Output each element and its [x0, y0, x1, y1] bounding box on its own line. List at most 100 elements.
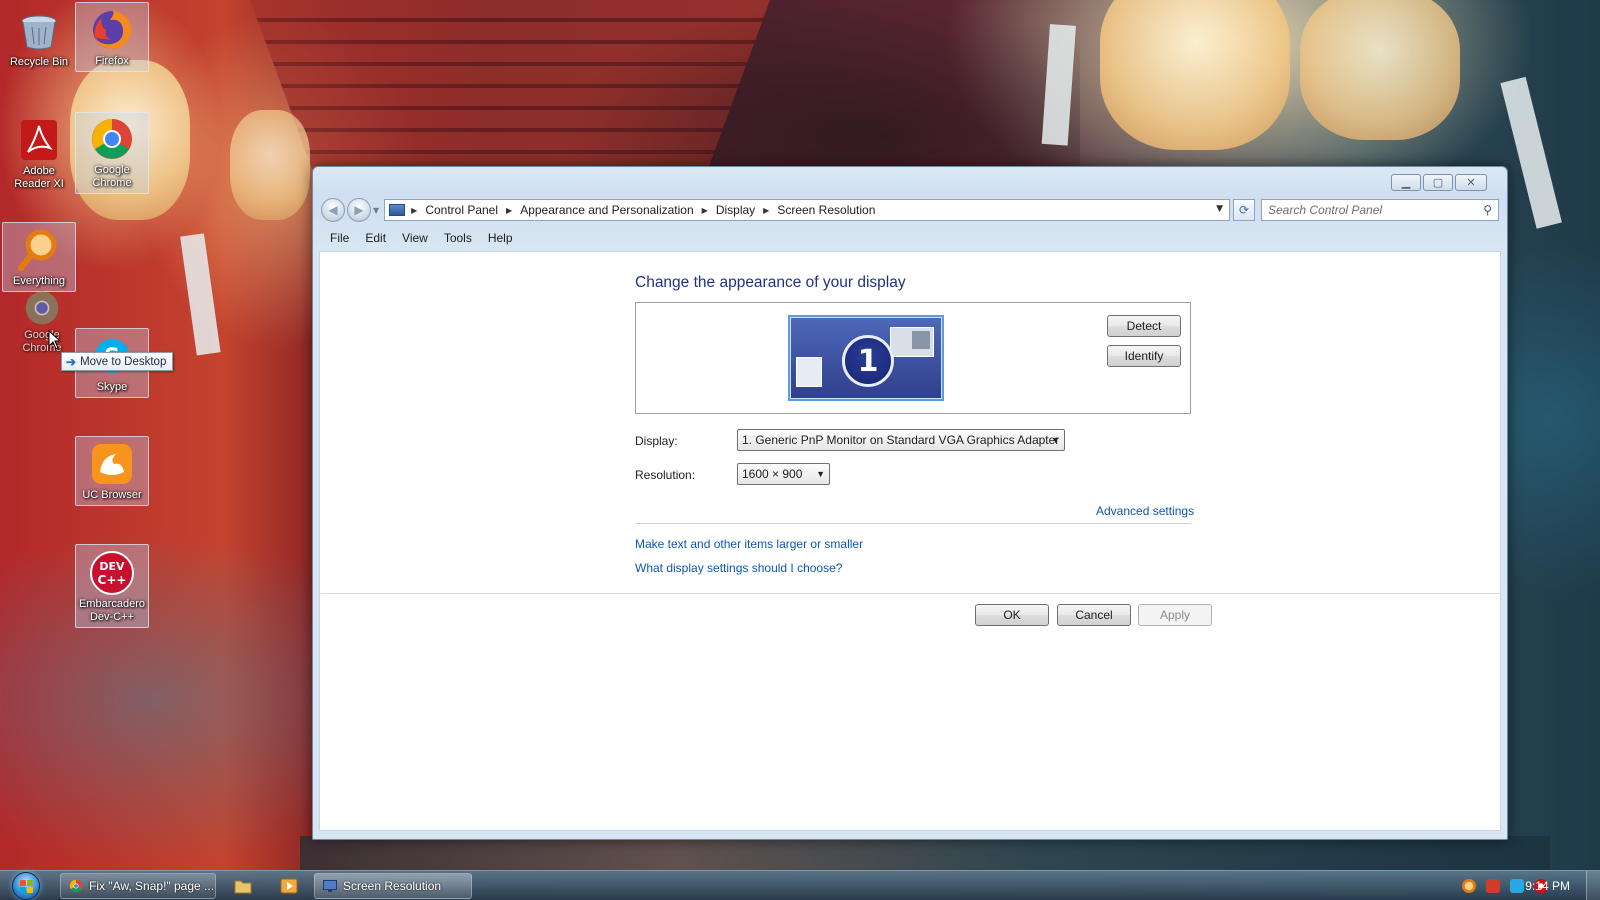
windows-logo-icon: [12, 872, 40, 900]
chevron-right-icon[interactable]: ▶: [506, 206, 512, 215]
svg-text:DEV: DEV: [99, 560, 125, 573]
desktop-icon-label: Recycle Bin: [9, 56, 69, 68]
address-dropdown-icon[interactable]: ▼: [1216, 204, 1223, 214]
menu-edit[interactable]: Edit: [357, 231, 394, 245]
minimize-button[interactable]: ▁: [1391, 174, 1421, 191]
detect-button[interactable]: Detect: [1107, 315, 1181, 337]
menu-help[interactable]: Help: [480, 231, 521, 245]
window-controls: ▁ ▢ ✕: [1391, 174, 1487, 191]
show-desktop-button[interactable]: [1586, 871, 1600, 900]
chevron-right-icon[interactable]: ▶: [763, 206, 769, 215]
desktop-icon-embarcadero-dev-cpp[interactable]: DEV C++ Embarcadero Dev-C++: [75, 544, 149, 628]
wallpaper-lantern: [1100, 0, 1290, 150]
desktop-icon-label: Firefox: [95, 55, 129, 67]
cancel-button[interactable]: Cancel: [1057, 604, 1131, 626]
wallpaper-shadow: [560, 0, 1080, 170]
minimize-icon: ▁: [1401, 176, 1411, 189]
taskbar: Fix "Aw, Snap!" page ... Screen Resoluti…: [0, 870, 1600, 900]
search-icon[interactable]: ⚲: [1483, 203, 1492, 217]
refresh-button[interactable]: ⟳: [1233, 199, 1255, 221]
taskbar-item-screen-resolution[interactable]: Screen Resolution: [314, 873, 472, 899]
desktop-icon-recycle-bin[interactable]: Recycle Bin: [2, 2, 76, 72]
chrome-icon: [69, 879, 83, 893]
recycle-bin-icon: [16, 8, 62, 54]
adobe-reader-icon: [16, 117, 62, 163]
address-bar[interactable]: ▶ Control Panel ▶ Appearance and Persona…: [384, 199, 1230, 221]
chevron-right-icon[interactable]: ▶: [702, 206, 708, 215]
text-size-link[interactable]: Make text and other items larger or smal…: [635, 537, 863, 551]
drag-tooltip: ➔ Move to Desktop: [61, 352, 174, 371]
uc-browser-icon: [89, 441, 135, 487]
maximize-icon: ▢: [1432, 176, 1444, 189]
taskbar-item-label: Screen Resolution: [343, 879, 442, 893]
search-input[interactable]: [1268, 203, 1484, 217]
menu-view[interactable]: View: [394, 231, 436, 245]
desktop-icon-firefox[interactable]: Firefox: [75, 2, 149, 72]
forward-button[interactable]: ▶: [347, 198, 371, 222]
firefox-icon: [89, 7, 135, 53]
network-tray-icon[interactable]: [1510, 879, 1524, 893]
display-label: Display:: [635, 434, 678, 448]
arrow-right-icon: ▶: [354, 203, 364, 217]
close-button[interactable]: ✕: [1455, 174, 1487, 191]
monitor-window-preview: [796, 357, 822, 387]
svg-text:C++: C++: [98, 573, 127, 587]
desktop-icon-adobe-reader[interactable]: Adobe Reader XI: [2, 112, 76, 194]
wallpaper-paper-strip: [180, 233, 221, 356]
ok-button[interactable]: OK: [975, 604, 1049, 626]
menu-tools[interactable]: Tools: [436, 231, 480, 245]
resolution-label: Resolution:: [635, 468, 696, 482]
wallpaper-lantern: [230, 110, 310, 220]
mouse-cursor-icon: [48, 330, 62, 350]
breadcrumb-screen-resolution[interactable]: Screen Resolution: [777, 203, 875, 217]
recent-pages-dropdown[interactable]: ▼: [373, 206, 379, 215]
desktop-icon-uc-browser[interactable]: UC Browser: [75, 436, 149, 506]
desktop-icon-google-chrome[interactable]: Google Chrome: [75, 112, 149, 194]
breadcrumb-display[interactable]: Display: [716, 203, 755, 217]
display-select[interactable]: 1. Generic PnP Monitor on Standard VGA G…: [737, 429, 1065, 451]
desktop-icon-label: Adobe Reader XI: [14, 165, 64, 190]
breadcrumb-control-panel[interactable]: Control Panel: [425, 203, 498, 217]
apply-button[interactable]: Apply: [1138, 604, 1212, 626]
wallpaper-paper-strip: [1500, 76, 1562, 229]
media-player-icon: [280, 878, 298, 894]
close-icon: ✕: [1466, 176, 1476, 189]
desktop-icon-label: Google Chrome: [92, 164, 132, 189]
menu-file[interactable]: File: [322, 231, 357, 245]
wallpaper-floor: [300, 836, 1550, 870]
taskbar-item-label: Fix "Aw, Snap!" page ...: [89, 879, 215, 893]
control-panel-icon: [389, 204, 406, 216]
taskbar-clock[interactable]: 9:14 PM: [1525, 879, 1570, 893]
resolution-select-value: 1600 × 900: [742, 467, 803, 481]
desktop-icon-google-chrome-dragging[interactable]: Google Chrome: [5, 288, 79, 358]
control-panel-icon: [323, 880, 337, 892]
screen-resolution-window: ▁ ▢ ✕ ◀ ▶ ▼ ▶ Control Panel ▶ Appearance…: [312, 166, 1508, 840]
arrow-right-icon: ➔: [66, 354, 77, 369]
identify-button[interactable]: Identify: [1107, 345, 1181, 367]
flag-tray-icon[interactable]: [1486, 879, 1500, 893]
arrow-left-icon: ◀: [328, 203, 338, 217]
desktop-icon-label: Skype: [96, 381, 128, 393]
desktop-icon-label: Everything: [13, 275, 65, 287]
breadcrumb-appearance[interactable]: Appearance and Personalization: [520, 203, 693, 217]
folder-icon: [234, 880, 252, 894]
wallpaper-lantern: [1300, 0, 1460, 140]
chevron-down-icon: ▼: [816, 469, 825, 479]
desktop-icon-everything[interactable]: Everything: [2, 222, 76, 292]
everything-tray-icon[interactable]: [1462, 879, 1476, 893]
desktop-icon-label: UC Browser: [82, 489, 142, 501]
resolution-select[interactable]: 1600 × 900 ▼: [737, 463, 830, 485]
taskbar-explorer[interactable]: [222, 873, 264, 899]
everything-magnifier-icon: [16, 227, 62, 273]
advanced-settings-link[interactable]: Advanced settings: [1096, 504, 1194, 518]
maximize-button[interactable]: ▢: [1423, 174, 1453, 191]
monitor-arrangement-panel: 1 Detect Identify: [635, 302, 1191, 414]
taskbar-media-player[interactable]: [268, 873, 310, 899]
taskbar-item-chrome[interactable]: Fix "Aw, Snap!" page ...: [60, 873, 216, 899]
display-help-link[interactable]: What display settings should I choose?: [635, 561, 842, 575]
start-button[interactable]: [8, 871, 44, 900]
display-select-value: 1. Generic PnP Monitor on Standard VGA G…: [742, 433, 1060, 447]
chevron-right-icon[interactable]: ▶: [411, 206, 417, 215]
monitor-1-tile[interactable]: 1: [788, 315, 944, 401]
back-button[interactable]: ◀: [321, 198, 345, 222]
